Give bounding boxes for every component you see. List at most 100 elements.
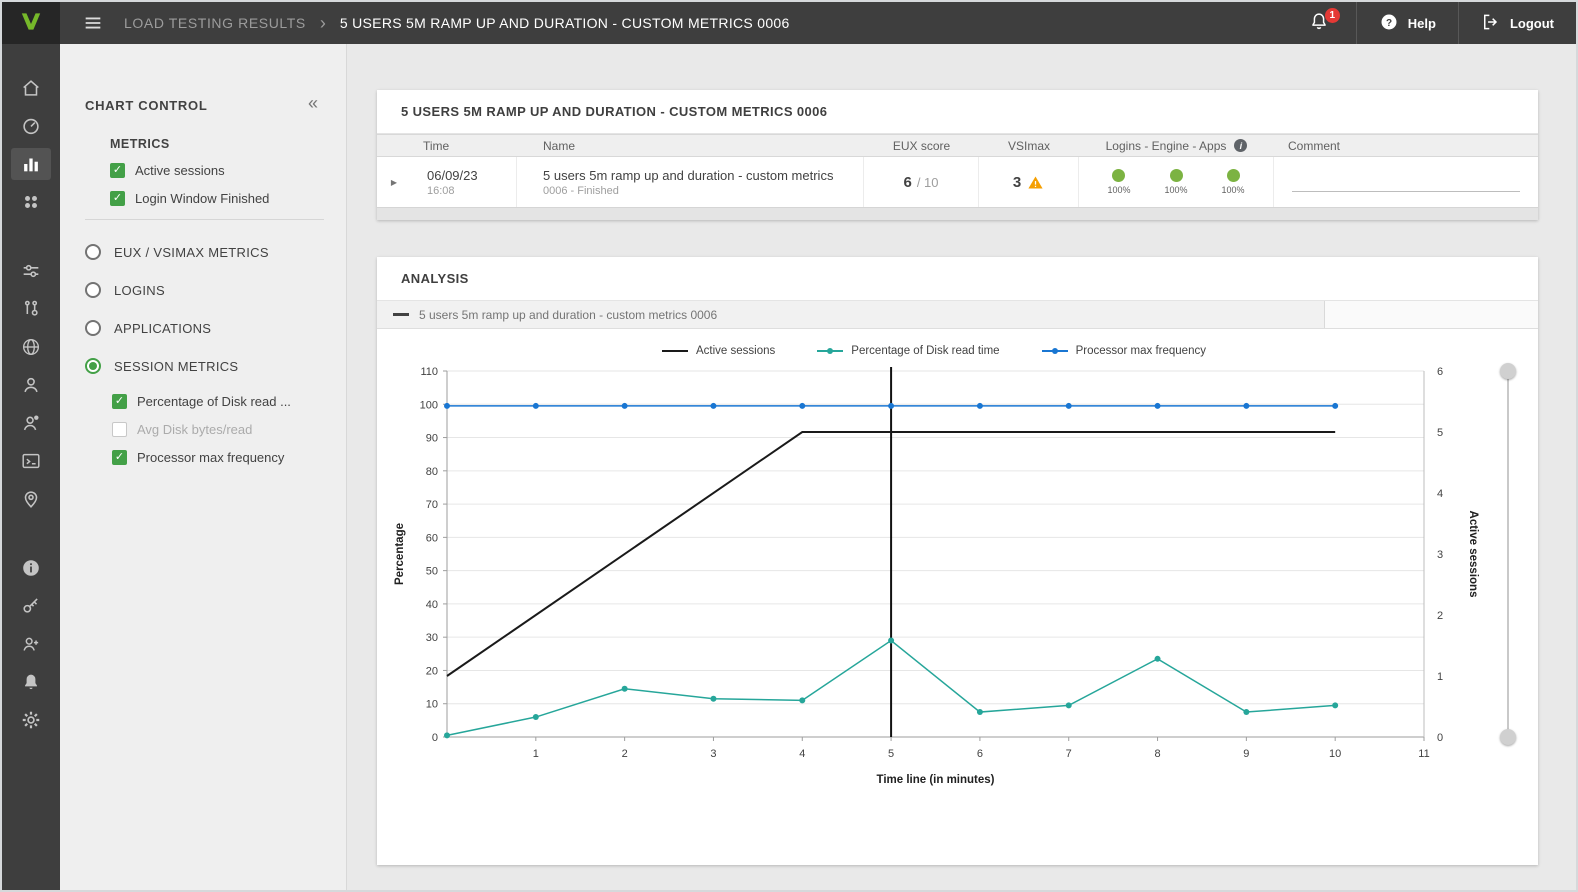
svg-text:20: 20 bbox=[426, 665, 438, 677]
right-axis-range-slider bbox=[1500, 363, 1516, 753]
checkbox-processor-max-frequency[interactable]: ✓ Processor max frequency bbox=[112, 450, 324, 465]
metrics-checkbox-list: ✓ Active sessions ✓ Login Window Finishe… bbox=[110, 163, 324, 206]
svg-text:10: 10 bbox=[1329, 748, 1341, 760]
table-scrollbar-track[interactable] bbox=[377, 207, 1538, 220]
radio-unselected-icon bbox=[85, 282, 101, 298]
svg-text:3: 3 bbox=[710, 748, 716, 760]
column-name[interactable]: Name bbox=[543, 139, 575, 153]
status-green-dot-icon bbox=[1112, 169, 1125, 182]
column-logins-engine-apps[interactable]: Logins - Engine - Apps bbox=[1106, 139, 1227, 153]
column-eux-score[interactable]: EUX score bbox=[893, 139, 950, 153]
logout-label: Logout bbox=[1510, 16, 1554, 31]
logout-button[interactable]: Logout bbox=[1459, 2, 1576, 44]
login-percent: 100% bbox=[1164, 185, 1187, 195]
status-green-dot-icon bbox=[1170, 169, 1183, 182]
svg-text:6: 6 bbox=[1437, 366, 1443, 378]
svg-text:10: 10 bbox=[426, 699, 438, 711]
svg-text:80: 80 bbox=[426, 466, 438, 478]
analysis-chart[interactable]: 0102030405060708090100110012345612345678… bbox=[389, 363, 1479, 805]
sidebar-item-bell[interactable] bbox=[2, 663, 60, 701]
home-icon bbox=[11, 72, 51, 104]
sidebar-item-sliders[interactable] bbox=[2, 252, 60, 290]
svg-text:Active sessions: Active sessions bbox=[1467, 511, 1479, 598]
sidebar-item-home[interactable] bbox=[2, 69, 60, 107]
checkbox-checked-icon: ✓ bbox=[112, 450, 127, 465]
chart-legend: Active sessions Percentage of Disk read … bbox=[389, 341, 1479, 361]
checkbox-active-sessions[interactable]: ✓ Active sessions bbox=[110, 163, 324, 178]
sidebar-item-user-group[interactable] bbox=[2, 625, 60, 663]
logout-icon bbox=[1481, 12, 1501, 35]
sidebar-item-globe[interactable] bbox=[2, 328, 60, 366]
login-status: 100% bbox=[1107, 169, 1130, 195]
results-card: 5 USERS 5M RAMP UP AND DURATION - CUSTOM… bbox=[377, 90, 1538, 220]
column-time[interactable]: Time bbox=[423, 139, 449, 153]
info-icon bbox=[11, 552, 51, 584]
slider-handle-bottom[interactable] bbox=[1500, 729, 1516, 745]
sidebar-item-user[interactable] bbox=[2, 366, 60, 404]
metrics-section-title: METRICS bbox=[110, 137, 324, 151]
column-vsimax[interactable]: VSImax bbox=[1008, 139, 1050, 153]
legend-line-icon bbox=[662, 350, 688, 352]
checkbox-checked-icon: ✓ bbox=[112, 394, 127, 409]
hamburger-menu-icon[interactable] bbox=[82, 12, 104, 34]
legend-percentage-of-disk-read-time[interactable]: Percentage of Disk read time bbox=[817, 345, 999, 357]
checkbox-label: Processor max frequency bbox=[137, 450, 284, 465]
top-bar: LOAD TESTING RESULTS › 5 USERS 5M RAMP U… bbox=[60, 2, 1576, 44]
slider-track[interactable] bbox=[1507, 371, 1509, 737]
sidebar-item-location-pin[interactable] bbox=[2, 480, 60, 518]
radio-session-metrics[interactable]: SESSION METRICS bbox=[85, 356, 324, 376]
column-comment[interactable]: Comment bbox=[1288, 139, 1340, 153]
collapse-panel-icon[interactable]: « bbox=[308, 94, 318, 112]
checkbox-percentage-of-disk-read[interactable]: ✓ Percentage of Disk read ... bbox=[112, 394, 324, 409]
series-toggle-label[interactable]: 5 users 5m ramp up and duration - custom… bbox=[419, 308, 717, 322]
sidebar-item-user-status[interactable] bbox=[2, 404, 60, 442]
sidebar-item-key[interactable] bbox=[2, 587, 60, 625]
sliders-icon bbox=[11, 255, 51, 287]
brand-logo[interactable] bbox=[2, 2, 60, 44]
sidebar-item-bar-chart[interactable] bbox=[2, 145, 60, 183]
checkbox-checked-icon: ✓ bbox=[110, 191, 125, 206]
checkbox-login-window-finished[interactable]: ✓ Login Window Finished bbox=[110, 191, 324, 206]
radio-selected-icon bbox=[85, 358, 101, 374]
top-actions: 1 ? Help Logout bbox=[1282, 2, 1576, 44]
checkbox-avg-disk-bytes-read[interactable]: Avg Disk bytes/read bbox=[112, 422, 324, 437]
table-row[interactable]: ▶ 06/09/23 16:08 5 users 5m ramp up and … bbox=[377, 157, 1538, 207]
breadcrumb-root[interactable]: LOAD TESTING RESULTS bbox=[124, 15, 306, 31]
radio-unselected-icon bbox=[85, 320, 101, 336]
svg-text:50: 50 bbox=[426, 566, 438, 578]
gauge-icon bbox=[11, 110, 51, 142]
radio-eux-vsimax-metrics[interactable]: EUX / VSIMAX METRICS bbox=[85, 242, 324, 262]
svg-text:100: 100 bbox=[420, 399, 438, 411]
svg-text:3: 3 bbox=[1437, 549, 1443, 561]
sidebar-item-gauge[interactable] bbox=[2, 107, 60, 145]
slider-handle-top[interactable] bbox=[1500, 363, 1516, 379]
svg-text:2: 2 bbox=[1437, 610, 1443, 622]
sidebar-item-apps-grid[interactable] bbox=[2, 183, 60, 221]
warning-icon bbox=[1027, 174, 1044, 191]
radio-applications[interactable]: APPLICATIONS bbox=[85, 318, 324, 338]
icon-sidebar bbox=[2, 44, 60, 890]
workflow-icon bbox=[11, 293, 51, 325]
radio-logins[interactable]: LOGINS bbox=[85, 280, 324, 300]
logins-engine-apps-cell: 100% 100% 100% bbox=[1079, 157, 1274, 207]
panel-title: CHART CONTROL bbox=[85, 98, 324, 113]
login-percent: 100% bbox=[1222, 185, 1245, 195]
svg-text:9: 9 bbox=[1243, 748, 1249, 760]
comment-field[interactable] bbox=[1292, 191, 1520, 192]
svg-text:1: 1 bbox=[533, 748, 539, 760]
sidebar-item-info[interactable] bbox=[2, 549, 60, 587]
legend-active-sessions[interactable]: Active sessions bbox=[662, 345, 775, 357]
sidebar-item-gear[interactable] bbox=[2, 701, 60, 739]
svg-text:4: 4 bbox=[1437, 488, 1443, 500]
info-icon[interactable]: i bbox=[1234, 139, 1247, 152]
results-table-header: Time Name EUX score VSImax Logins - Engi… bbox=[377, 134, 1538, 157]
svg-text:5: 5 bbox=[888, 748, 894, 760]
results-card-title: 5 USERS 5M RAMP UP AND DURATION - CUSTOM… bbox=[377, 90, 1538, 134]
sidebar-item-console[interactable] bbox=[2, 442, 60, 480]
legend-processor-max-frequency[interactable]: Processor max frequency bbox=[1042, 345, 1206, 357]
expand-row-icon[interactable]: ▶ bbox=[391, 178, 397, 187]
sidebar-item-workflow[interactable] bbox=[2, 290, 60, 328]
key-icon bbox=[11, 590, 51, 622]
notifications-button[interactable]: 1 bbox=[1282, 2, 1356, 44]
help-button[interactable]: ? Help bbox=[1357, 2, 1458, 44]
